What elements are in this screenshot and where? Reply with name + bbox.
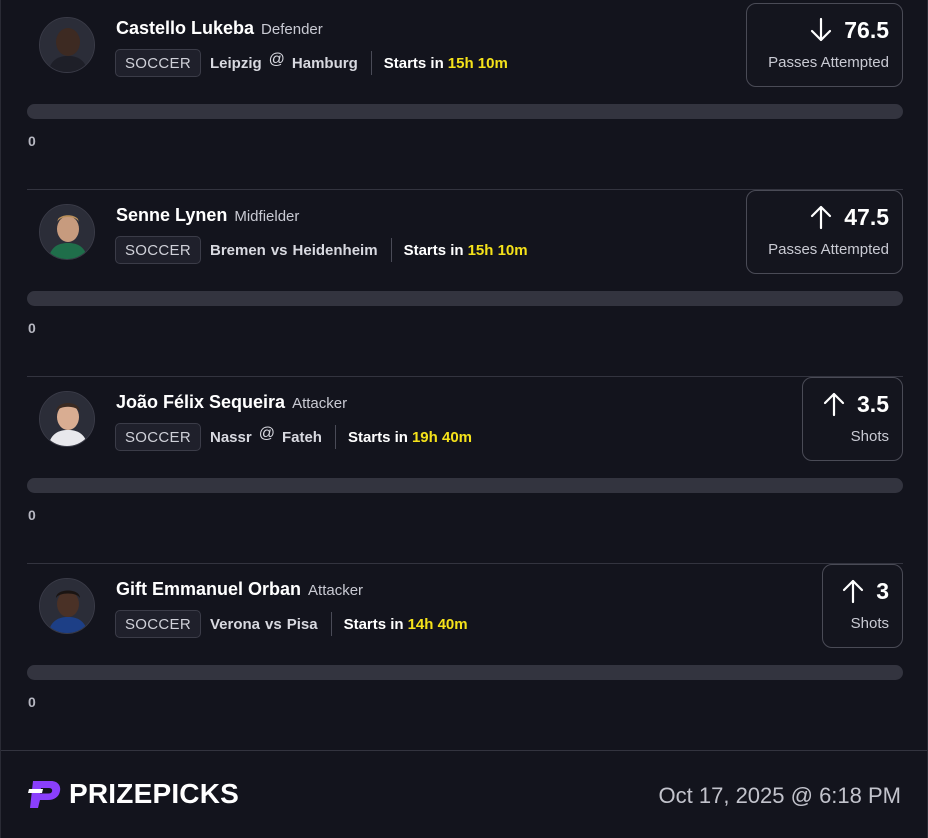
current-stat-value: 0 [28,320,36,336]
projection-box[interactable]: 47.5 Passes Attempted [746,190,903,274]
start-time: Starts in 15h 10m [404,242,528,259]
matchup: Nassr @ Fateh [209,425,322,446]
progress-bar [27,665,903,680]
starts-label: Starts in [343,615,404,633]
team-b: Pisa [286,615,318,633]
pick-row: Senne Lynen Midfielder SOCCER Bremen vs … [27,190,903,377]
start-time: Starts in 19h 40m [348,429,472,446]
projection-box[interactable]: 3.5 Shots [802,377,903,461]
player-name: Gift Emmanuel Orban [116,579,302,599]
projection-line: 47.5 [844,203,889,230]
stat-type: Passes Attempted [768,241,889,258]
prizepicks-logo-icon [28,781,61,808]
brand-logo: PRIZEPICKS [27,777,239,811]
progress-bar [27,478,903,493]
team-b: Heidenheim [292,241,378,259]
start-time: Starts in 14h 40m [344,616,468,633]
meta-divider [370,51,372,75]
player-avatar [39,17,95,73]
team-a: Bremen [209,241,266,259]
matchup: Verona vs Pisa [210,616,318,633]
brand-wordmark: PRIZEPICKS [69,778,240,809]
current-stat-value: 0 [28,694,36,710]
pick-row: Gift Emmanuel Orban Attacker SOCCER Vero… [27,564,903,751]
matchup: Leipzig @ Hamburg [209,51,358,72]
stat-type: Shots [850,615,889,632]
screenshot-timestamp: Oct 17, 2025 @ 6:18 PM [658,783,901,808]
player-avatar [39,578,95,634]
arrow-down-icon [811,17,832,42]
current-stat-value: 0 [28,507,36,523]
progress-bar [27,291,903,306]
projection-line: 3 [876,577,889,604]
player-avatar [39,391,95,447]
arrow-up-icon [811,205,832,230]
pick-row: João Félix Sequeira Attacker SOCCER Nass… [27,377,903,564]
player-position: Defender [261,21,323,38]
sport-badge: SOCCER [115,49,201,77]
team-a: Verona [209,615,261,633]
matchup: Bremen vs Heidenheim [210,242,378,259]
player-position: Attacker [308,582,364,599]
player-position: Attacker [292,395,348,412]
starts-countdown: 15h 10m [467,241,528,259]
team-a: Nassr [209,428,252,446]
matchup-separator: @ [258,425,275,442]
meta-divider [330,612,332,636]
progress-bar [27,104,903,119]
start-time: Starts in 15h 10m [384,55,508,72]
pick-card-container: Castello Lukeba Defender SOCCER Leipzig … [0,0,928,838]
team-b: Fateh [281,428,322,446]
starts-label: Starts in [383,54,444,72]
stat-type: Passes Attempted [768,54,889,71]
team-a: Leipzig [209,54,262,72]
sport-badge: SOCCER [115,610,201,638]
meta-divider [390,238,392,262]
pick-row: Castello Lukeba Defender SOCCER Leipzig … [27,3,903,190]
starts-label: Starts in [347,428,408,446]
projection-box[interactable]: 76.5 Passes Attempted [746,3,903,87]
matchup-separator: vs [265,615,282,633]
sport-badge: SOCCER [115,423,201,451]
projection-line: 3.5 [857,390,889,417]
starts-countdown: 14h 40m [407,615,468,633]
player-name: Castello Lukeba [116,18,255,38]
meta-divider [334,425,336,449]
projection-box[interactable]: 3 Shots [822,564,903,648]
starts-countdown: 19h 40m [411,428,473,446]
starts-countdown: 15h 10m [447,54,508,72]
player-name: Senne Lynen [116,205,228,225]
sport-badge: SOCCER [115,236,201,264]
footer-divider [1,750,927,751]
team-b: Hamburg [291,54,358,72]
stat-type: Shots [850,428,889,445]
player-name: João Félix Sequeira [116,392,286,412]
player-position: Midfielder [234,208,300,225]
arrow-up-icon [823,392,845,417]
arrow-up-icon [843,579,864,604]
player-avatar [39,204,95,260]
starts-label: Starts in [403,241,464,259]
projection-line: 76.5 [844,16,889,43]
matchup-separator: @ [268,51,285,68]
current-stat-value: 0 [28,133,36,149]
matchup-separator: vs [270,241,288,259]
